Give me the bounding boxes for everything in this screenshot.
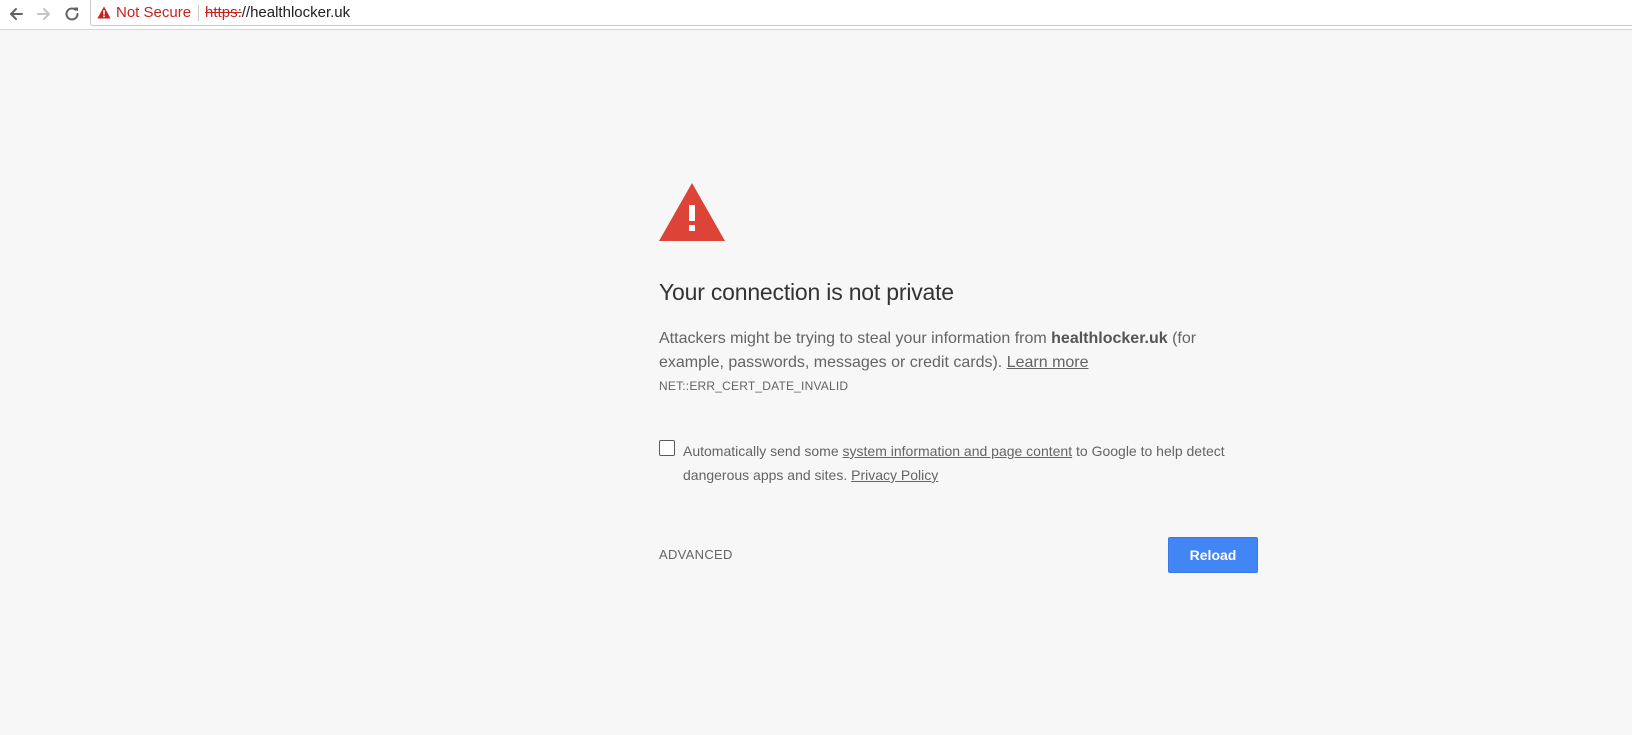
privacy-policy-link[interactable]: Privacy Policy [851,467,938,483]
forward-arrow-icon [37,8,50,20]
opt-in-prefix: Automatically send some [683,443,843,459]
url-scheme: https: [205,4,242,21]
address-bar[interactable]: Not Secure https://healthlocker.uk [90,0,1632,26]
browser-toolbar: Not Secure https://healthlocker.uk [0,0,1632,30]
page-title: Your connection is not private [659,279,954,305]
explanation-prefix: Attackers might be trying to steal your … [659,330,1052,347]
security-label: Not Secure [116,4,192,21]
opt-in-label: Automatically send some system informati… [683,439,1243,487]
security-indicator[interactable]: Not Secure [97,4,191,21]
warning-triangle-icon [659,183,725,241]
forward-button[interactable] [32,2,56,26]
omnibox-divider [198,4,200,21]
warning-triangle-icon [97,6,111,19]
advanced-button[interactable]: ADVANCED [659,547,733,562]
back-button[interactable] [4,2,28,26]
domain-name: healthlocker.uk [1051,330,1168,347]
reload-button[interactable]: Reload [1168,537,1258,573]
back-arrow-icon [10,8,23,20]
browser-reload-button[interactable] [60,2,84,26]
error-code: NET::ERR_CERT_DATE_INVALID [659,379,849,393]
learn-more-link[interactable]: Learn more [1007,354,1089,371]
url-host: //healthlocker.uk [241,4,351,21]
system-information-link[interactable]: system information and page content [843,443,1073,459]
reload-icon [65,7,79,21]
extended-reporting-checkbox[interactable] [659,440,675,456]
explanation-text: Attackers might be trying to steal your … [659,327,1239,375]
